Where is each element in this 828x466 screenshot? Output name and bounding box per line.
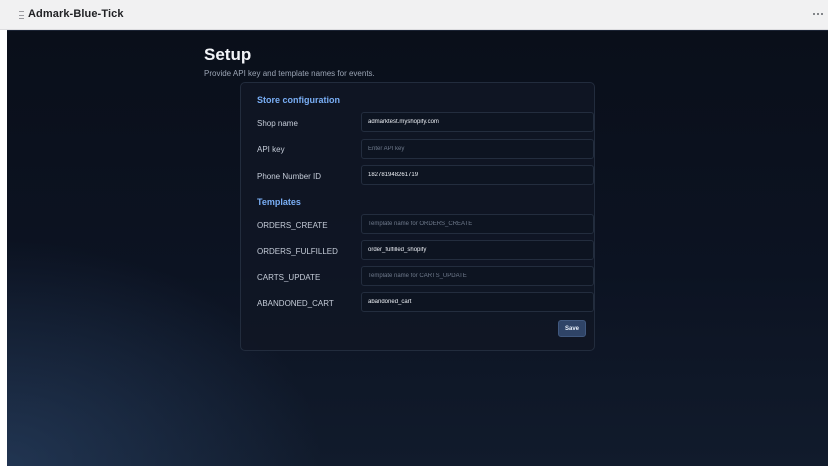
api-key-input[interactable]	[361, 139, 594, 159]
app-frame: Setup Provide API key and template names…	[7, 30, 828, 466]
shop-name-input[interactable]	[361, 112, 594, 132]
phone-number-id-input[interactable]	[361, 165, 594, 185]
abandoned-cart-label: ABANDONED_CART	[257, 299, 334, 308]
window-titlebar: Admark-Blue-Tick	[0, 0, 828, 30]
carts-update-label: CARTS_UPDATE	[257, 273, 321, 282]
phone-number-id-label: Phone Number ID	[257, 172, 322, 181]
save-button[interactable]: Save	[558, 320, 586, 337]
shop-name-label: Shop name	[257, 119, 298, 128]
api-key-label: API key	[257, 145, 285, 154]
store-configuration-heading: Store configuration	[257, 95, 340, 105]
templates-heading: Templates	[257, 197, 301, 207]
window-title: Admark-Blue-Tick	[28, 8, 124, 20]
orders-fulfilled-label: ORDERS_FULFILLED	[257, 247, 338, 256]
grid-icon	[19, 11, 24, 19]
orders-create-input[interactable]	[361, 214, 594, 234]
page-title: Setup	[204, 45, 252, 64]
orders-create-label: ORDERS_CREATE	[257, 221, 328, 230]
more-horizontal-icon[interactable]	[813, 13, 823, 15]
carts-update-input[interactable]	[361, 266, 594, 286]
orders-fulfilled-input[interactable]	[361, 240, 594, 260]
page-subtitle: Provide API key and template names for e…	[204, 69, 375, 78]
abandoned-cart-input[interactable]	[361, 292, 594, 312]
setup-form-card: Store configuration Shop name API key Ph…	[240, 82, 595, 351]
